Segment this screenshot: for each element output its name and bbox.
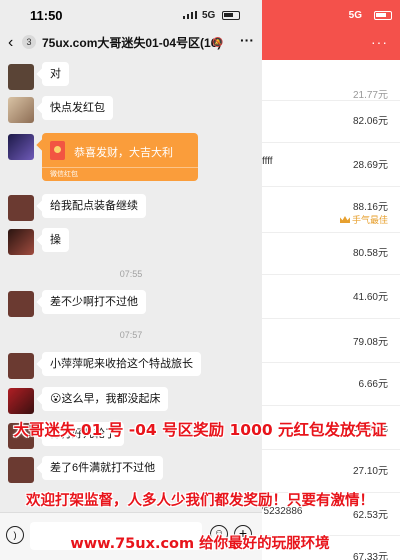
chat-header: ‹ 3 75ux.com大哥迷失01-04号区(16) 🔕 ··· [0,28,262,58]
redpacket-footer: 微信红包 [42,167,198,181]
right-network-label: 5G [348,10,362,21]
message-bubble[interactable]: 操 [42,228,69,252]
message-bubble[interactable]: 😮这么早，我都没起床 [42,387,169,411]
avatar[interactable] [8,195,34,221]
avatar[interactable] [8,291,34,317]
record-amount: 6.66元 [358,379,388,390]
record-divider [262,142,400,143]
record-amount: 28.69元 [352,160,388,171]
unread-count-badge: 3 [22,35,36,49]
status-time: 11:50 [30,8,63,23]
back-button[interactable]: ‹ [8,34,13,52]
record-divider [262,318,400,319]
record-divider [262,449,400,450]
timestamp: 07:57 [119,330,143,340]
record-divider [262,186,400,187]
message-bubble[interactable]: 差不少啊打不过他 [42,290,146,314]
record-amount: 41.60元 [352,292,388,303]
network-label: 5G [202,10,216,21]
record-amount: 79.08元 [352,337,388,348]
message-bubble[interactable]: 对 [42,62,69,86]
record-divider [262,362,400,363]
best-luck-label: 手气最佳 [351,215,388,225]
right-status-bar: 5G [262,9,400,23]
records-more-button[interactable]: ··· [371,34,388,50]
record-amount: 27.10元 [352,466,388,477]
avatar[interactable] [8,64,34,90]
redpacket-records-panel: 5G ··· 21.77元 82.06元 ffff 28.69元 88.16元 … [262,0,400,560]
avatar[interactable] [8,457,34,483]
redpacket-icon [50,141,65,160]
right-battery-icon [374,11,392,20]
message-bubble[interactable]: 快点发红包 [42,96,113,120]
watermark-line-3: www.75ux.com 给你最好的玩服环境 [70,536,330,552]
mute-icon: 🔕 [212,37,224,47]
message-bubble[interactable]: 给我配点装备继续 [42,194,146,218]
message-text: 这么早，我都没起床 [61,393,161,405]
chat-panel: 11:50 5G ‹ 3 75ux.com大哥迷失01-04号区(16) 🔕 ·… [0,0,262,560]
record-amount: 80.58元 [352,248,388,259]
record-amount: 88.16元 [352,202,388,213]
more-options-button[interactable]: ··· [240,32,254,48]
record-divider [262,405,400,406]
record-divider [262,274,400,275]
battery-icon [222,11,240,20]
signal-icon [183,11,197,19]
crown-icon [339,216,350,223]
watermark-line-2: 欢迎打架监督，人多人少我们都发奖励！只要有激情！ [26,493,374,509]
chat-title: 75ux.com大哥迷失01-04号区(16) [42,36,222,50]
record-amount: 82.06元 [352,116,388,127]
status-bar: 11:50 5G [0,0,262,28]
message-bubble[interactable]: 差了6件满就打不过他 [42,456,164,480]
surprised-emoji-icon: 😮 [50,393,62,405]
record-divider [262,100,400,101]
message-bubble[interactable]: 小萍萍呢来收拾这个特战旅长 [42,352,201,376]
avatar[interactable] [8,134,34,160]
record-amount-partial: 21.77元 [352,90,388,101]
redpacket-message[interactable]: 恭喜发财，大吉大利 微信红包 [42,133,198,181]
avatar[interactable] [8,353,34,379]
avatar[interactable] [8,229,34,255]
record-name-fragment: ffff [262,156,273,167]
record-divider [262,232,400,233]
avatar[interactable] [8,97,34,123]
redpacket-greeting: 恭喜发财，大吉大利 [74,147,173,159]
watermark-line-1: 大哥迷失 01 号 -04 号区奖励 1000 元红包发放凭证 [13,421,387,439]
records-header: 5G ··· [262,0,400,60]
avatar[interactable] [8,388,34,414]
timestamp: 07:55 [119,269,143,279]
best-luck-badge: 手气最佳 [339,213,388,226]
